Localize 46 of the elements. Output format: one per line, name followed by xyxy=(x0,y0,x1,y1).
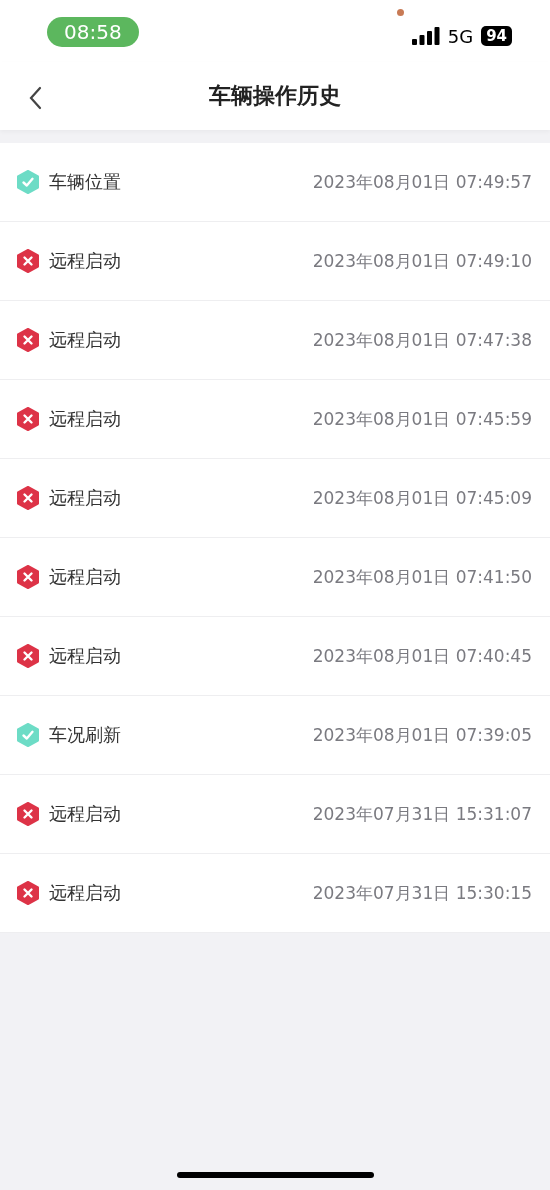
action-name: 车况刷新 xyxy=(49,723,121,747)
action-name: 远程启动 xyxy=(49,881,121,905)
cross-icon xyxy=(17,486,39,510)
signal-icon xyxy=(411,27,440,45)
history-row[interactable]: 远程启动 2023年08月01日 07:45:09 xyxy=(0,459,550,538)
cross-icon xyxy=(17,407,39,431)
timestamp: 2023年08月01日 07:47:38 xyxy=(312,328,532,352)
cross-icon xyxy=(17,328,39,352)
page-title: 车辆操作历史 xyxy=(209,82,341,110)
timestamp: 2023年08月01日 07:45:09 xyxy=(312,486,532,510)
network-label: 5G xyxy=(447,25,474,47)
timestamp: 2023年08月01日 07:49:10 xyxy=(312,249,532,273)
check-icon xyxy=(17,723,39,747)
timestamp: 2023年08月01日 07:41:50 xyxy=(312,565,532,589)
action-name: 车辆位置 xyxy=(49,170,121,194)
timestamp: 2023年08月01日 07:45:59 xyxy=(312,407,532,431)
history-row[interactable]: 远程启动 2023年08月01日 07:47:38 xyxy=(0,301,550,380)
cross-icon xyxy=(17,565,39,589)
cross-icon xyxy=(17,249,39,273)
action-name: 远程启动 xyxy=(49,328,121,352)
action-name: 远程启动 xyxy=(49,802,121,826)
timestamp: 2023年08月01日 07:39:05 xyxy=(312,723,532,747)
action-name: 远程启动 xyxy=(49,644,121,668)
timestamp: 2023年08月01日 07:49:57 xyxy=(312,170,532,194)
history-row[interactable]: 远程启动 2023年08月01日 07:41:50 xyxy=(0,538,550,617)
history-row[interactable]: 远程启动 2023年07月31日 15:31:07 xyxy=(0,775,550,854)
cross-icon xyxy=(17,802,39,826)
indicator-dot-icon xyxy=(397,9,404,16)
cross-icon xyxy=(17,881,39,905)
history-row[interactable]: 车辆位置 2023年08月01日 07:49:57 xyxy=(0,143,550,222)
action-name: 远程启动 xyxy=(49,565,121,589)
action-name: 远程启动 xyxy=(49,486,121,510)
history-row[interactable]: 远程启动 2023年08月01日 07:45:59 xyxy=(0,380,550,459)
action-name: 远程启动 xyxy=(49,249,121,273)
timestamp: 2023年07月31日 15:30:15 xyxy=(312,881,532,905)
history-row[interactable]: 远程启动 2023年08月01日 07:40:45 xyxy=(0,617,550,696)
timestamp: 2023年08月01日 07:40:45 xyxy=(312,644,532,668)
history-row[interactable]: 远程启动 2023年08月01日 07:49:10 xyxy=(0,222,550,301)
action-name: 远程启动 xyxy=(49,407,121,431)
history-row[interactable]: 车况刷新 2023年08月01日 07:39:05 xyxy=(0,696,550,775)
check-icon xyxy=(17,170,39,194)
clock-time: 08:58 xyxy=(47,17,139,47)
cross-icon xyxy=(17,644,39,668)
timestamp: 2023年07月31日 15:31:07 xyxy=(312,802,532,826)
history-row[interactable]: 远程启动 2023年07月31日 15:30:15 xyxy=(0,854,550,933)
battery-level: 94 xyxy=(481,26,512,46)
